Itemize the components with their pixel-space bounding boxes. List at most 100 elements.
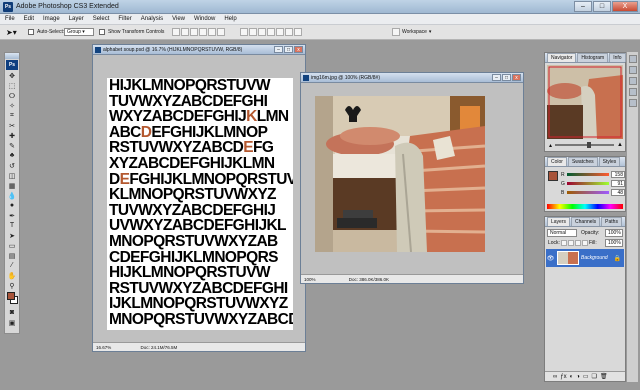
bedroom-photo[interactable] [315,96,485,252]
lock-pixels-icon[interactable] [568,240,574,246]
workspace-menu[interactable]: Workspace ▾ [392,28,431,36]
quick-mask-icon[interactable]: ◙ [6,308,18,317]
dodge-tool-icon[interactable]: ● [6,201,18,210]
layer-mask-icon[interactable]: ◐ [570,374,574,380]
menu-select[interactable]: Select [93,14,110,24]
new-layer-icon[interactable]: ❑ [592,373,597,380]
layer-name[interactable]: Background [581,255,608,261]
pen-tool-icon[interactable]: ✒ [6,211,18,220]
blue-value-input[interactable]: 48 [611,189,625,196]
distribute-middle-icon[interactable] [249,28,257,36]
red-value-input[interactable]: 158 [611,171,625,178]
alphabet-document-title-bar[interactable]: alphabet soup.psd @ 16.7% (HIJKLMNOPQRST… [93,45,305,55]
tab-channels[interactable]: Channels [571,217,601,226]
brush-tool-icon[interactable]: ✎ [6,141,18,150]
opacity-input[interactable]: 100% [605,229,623,237]
bedroom-minimize-button[interactable]: – [492,74,501,81]
marquee-tool-icon[interactable]: ⬚ [6,81,18,90]
lock-position-icon[interactable] [575,240,581,246]
bedroom-doc-size[interactable]: Doc: 386.0K/386.0K [349,277,389,282]
tab-histogram[interactable]: Histogram [577,53,609,62]
tab-swatches[interactable]: Swatches [567,157,598,166]
tab-color[interactable]: Color [547,157,567,166]
shape-tool-icon[interactable]: ▭ [6,241,18,250]
alphabet-canvas[interactable]: HIJKLMNOPQRSTUVW TUVWXYZABCDEFGHI WXYZABCD… [107,78,293,330]
menu-window[interactable]: Window [194,14,215,24]
auto-select-dropdown[interactable]: Group ▾ [64,28,94,36]
maximize-button[interactable]: □ [593,1,611,12]
move-tool-icon[interactable]: ✥ [6,71,18,80]
alphabet-zoom-level[interactable]: 16.67% [96,345,111,350]
tab-navigator[interactable]: Navigator [547,53,577,62]
alphabet-close-button[interactable]: x [294,46,303,53]
path-selection-tool-icon[interactable]: ➤ [6,231,18,240]
eyedropper-tool-icon[interactable]: ⁄ [6,261,18,270]
menu-analysis[interactable]: Analysis [141,14,163,24]
navigator-thumbnail[interactable] [547,65,623,139]
bedroom-document-title-bar[interactable]: img16m.jpg @ 100% (RGB/8#) – □ x [301,73,523,83]
crop-tool-icon[interactable]: ⌗ [6,111,18,120]
dock-history-icon[interactable] [628,88,637,96]
align-right-icon[interactable] [217,28,225,36]
tab-info[interactable]: Info [609,53,626,62]
align-left-icon[interactable] [199,28,207,36]
gradient-tool-icon[interactable]: ▦ [6,181,18,190]
alphabet-doc-size[interactable]: Doc: 24.1M/76.5M [141,345,178,350]
lasso-tool-icon[interactable]: ⵔ [6,91,18,100]
menu-view[interactable]: View [172,14,185,24]
align-center-icon[interactable] [208,28,216,36]
fill-input[interactable]: 100% [605,239,623,247]
new-group-icon[interactable]: ▭ [583,373,589,380]
magic-wand-tool-icon[interactable]: ✧ [6,101,18,110]
healing-brush-tool-icon[interactable]: ✚ [6,131,18,140]
toolbox-caption[interactable] [5,53,19,59]
red-slider[interactable] [566,173,610,176]
distribute-left-icon[interactable] [267,28,275,36]
tab-styles[interactable]: Styles [598,157,621,166]
menu-layer[interactable]: Layer [69,14,84,24]
delete-layer-icon[interactable]: 🗑 [600,373,608,380]
history-brush-tool-icon[interactable]: ↺ [6,161,18,170]
green-value-input[interactable]: 91 [611,180,625,187]
dock-tool-presets-icon[interactable] [628,66,637,74]
layer-row-background[interactable]: 👁 Background 🔒 [546,249,624,267]
notes-tool-icon[interactable]: ▤ [6,251,18,260]
minimize-button[interactable]: – [574,1,592,12]
hand-tool-icon[interactable]: ✋ [6,271,18,280]
alphabet-maximize-button[interactable]: □ [284,46,293,53]
show-transform-checkbox[interactable] [99,29,105,36]
dock-actions-icon[interactable] [628,99,637,107]
distribute-center-icon[interactable] [276,28,284,36]
layer-style-icon[interactable]: ƒx [560,374,566,380]
blur-tool-icon[interactable]: 💧 [6,191,18,200]
color-panel-swatch[interactable] [548,171,558,181]
clone-stamp-tool-icon[interactable]: ♣ [6,151,18,160]
zoom-out-icon[interactable]: ▴ [549,142,552,149]
close-button[interactable]: X [612,1,638,12]
green-slider[interactable] [566,182,610,185]
align-middle-icon[interactable] [181,28,189,36]
type-tool-icon[interactable]: T [6,221,18,230]
menu-file[interactable]: File [5,14,15,24]
distribute-right-icon[interactable] [285,28,293,36]
tab-layers[interactable]: Layers [547,217,571,226]
navigator-zoom-thumb[interactable] [587,142,592,148]
lock-transparency-icon[interactable] [561,240,567,246]
color-spectrum-ramp[interactable] [547,204,623,209]
menu-filter[interactable]: Filter [118,14,131,24]
menu-image[interactable]: Image [43,14,60,24]
tab-paths[interactable]: Paths [601,217,622,226]
move-tool-preset-icon[interactable]: ➤▾ [6,28,17,37]
alphabet-minimize-button[interactable]: – [274,46,283,53]
lock-all-icon[interactable] [582,240,588,246]
menu-help[interactable]: Help [224,14,236,24]
link-layers-icon[interactable]: ∞ [553,374,557,380]
auto-align-icon[interactable] [294,28,302,36]
blend-mode-dropdown[interactable]: Normal [547,229,577,237]
bedroom-maximize-button[interactable]: □ [502,74,511,81]
align-bottom-icon[interactable] [190,28,198,36]
dock-brushes-icon[interactable] [628,55,637,63]
distribute-bottom-icon[interactable] [258,28,266,36]
foreground-color-swatch[interactable] [7,292,15,300]
bedroom-zoom-level[interactable]: 100% [304,277,316,282]
